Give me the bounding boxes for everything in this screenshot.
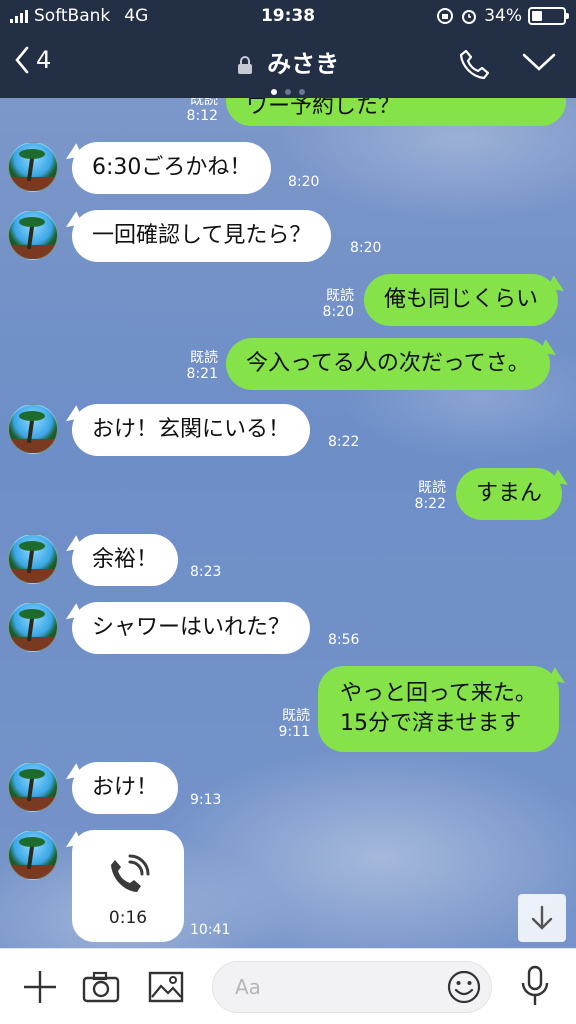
- message-bubble-sent[interactable]: すまん: [456, 468, 563, 520]
- message-bubble-sent[interactable]: やっと回って来た。 15分で済ませます: [318, 666, 559, 752]
- message-input[interactable]: Aa: [212, 961, 492, 1013]
- avatar[interactable]: [8, 762, 58, 812]
- message-time: 8:22: [414, 496, 446, 512]
- avatar[interactable]: [8, 534, 58, 584]
- avatar[interactable]: [8, 830, 58, 880]
- message-time: 8:20: [288, 174, 320, 190]
- status-right: 34%: [436, 6, 569, 26]
- call-bubble[interactable]: 0:16: [72, 830, 184, 942]
- arrow-down-icon: [531, 905, 553, 930]
- contact-name: みさき: [267, 50, 340, 78]
- message-bubble-received[interactable]: 6:30ごろかね！: [72, 142, 272, 194]
- message-meta: 既読 8:21: [178, 350, 218, 382]
- message-time: 8:12: [186, 108, 218, 124]
- input-placeholder: Aa: [235, 975, 261, 999]
- read-receipt: 既読: [418, 480, 446, 496]
- read-receipt: 既読: [190, 350, 218, 366]
- message-bubble-received[interactable]: おけ！玄関にいる！: [72, 404, 311, 456]
- message-time: 9:11: [278, 724, 310, 740]
- message-text: 余裕！: [92, 547, 159, 572]
- message-text-line: やっと回って来た。: [340, 681, 537, 706]
- message-bubble-received[interactable]: シャワーはいれた？: [72, 602, 311, 654]
- page-dot: [271, 89, 277, 95]
- message-bubble-received[interactable]: おけ！: [72, 762, 179, 814]
- message-bubble-sent[interactable]: 今入ってる人の次だってさ。: [226, 338, 550, 390]
- message-text: 今入ってる人の次だってさ。: [246, 351, 530, 376]
- message-time: 10:41: [190, 922, 231, 938]
- avatar[interactable]: [8, 210, 58, 260]
- emoji-icon[interactable]: [447, 970, 481, 1004]
- lock-icon: [237, 56, 252, 74]
- message-time: 8:20: [322, 304, 354, 320]
- message-text: 一回確認して見たら？: [92, 223, 312, 248]
- message-time: 9:13: [190, 792, 222, 808]
- chat-header: 4 みさき: [0, 34, 576, 98]
- message-meta: 既読 8:12: [178, 98, 218, 124]
- message-text-line: 15分で済ませます: [340, 711, 522, 736]
- message-time: 8:20: [350, 240, 382, 256]
- message-meta: 既読 8:20: [314, 288, 354, 320]
- message-time: 8:56: [328, 632, 360, 648]
- message-text: おけ！: [92, 775, 159, 800]
- message-text: 俺も同じくらい: [384, 287, 539, 312]
- camera-icon[interactable]: [82, 971, 120, 1003]
- page-indicator: [0, 80, 576, 99]
- call-duration: 0:16: [108, 908, 148, 928]
- battery-percent: 34%: [484, 6, 522, 26]
- orientation-lock-icon: [437, 8, 454, 24]
- battery-icon: [528, 7, 569, 25]
- chat-area[interactable]: 既読 8:12 ワー予約した？ 6:30ごろかね！ 8:20 一回確認して見たら…: [0, 98, 576, 948]
- message-meta: 既読 8:22: [406, 480, 446, 512]
- input-toolbar: Aa: [0, 948, 576, 1024]
- avatar[interactable]: [8, 142, 58, 192]
- message-bubble-received[interactable]: 一回確認して見たら？: [72, 210, 332, 262]
- message-meta: 既読 9:11: [270, 708, 310, 740]
- avatar[interactable]: [8, 404, 58, 454]
- message-text: すまん: [476, 481, 543, 506]
- avatar[interactable]: [8, 602, 58, 652]
- status-bar: SoftBank 4G 19:38 34%: [0, 0, 576, 34]
- chevron-down-icon[interactable]: [522, 52, 556, 72]
- message-bubble-sent[interactable]: 俺も同じくらい: [364, 274, 559, 326]
- message-text: シャワーはいれた？: [92, 615, 291, 640]
- read-receipt: 既読: [190, 98, 218, 108]
- message-text: 6:30ごろかね！: [92, 155, 252, 180]
- image-icon[interactable]: [148, 971, 184, 1003]
- read-receipt: 既読: [282, 708, 310, 724]
- call-icon: [111, 854, 150, 892]
- message-bubble-received[interactable]: 余裕！: [72, 534, 179, 586]
- alarm-icon: [462, 10, 477, 24]
- message-bubble-sent[interactable]: ワー予約した？: [226, 98, 566, 126]
- plus-icon[interactable]: [22, 969, 58, 1005]
- top-bar: SoftBank 4G 19:38 34% 4 みさき: [0, 0, 576, 98]
- message-time: 8:23: [190, 564, 222, 580]
- message-time: 8:21: [186, 366, 218, 382]
- page-dot: [285, 89, 291, 95]
- message-time: 8:22: [328, 434, 360, 450]
- phone-icon[interactable]: [458, 48, 490, 80]
- message-text: ワー予約した？: [246, 98, 401, 119]
- scroll-to-bottom-button[interactable]: [518, 894, 566, 942]
- page-dot: [299, 89, 305, 95]
- microphone-icon[interactable]: [520, 965, 550, 1007]
- read-receipt: 既読: [326, 288, 354, 304]
- message-text: おけ！玄関にいる！: [92, 417, 291, 442]
